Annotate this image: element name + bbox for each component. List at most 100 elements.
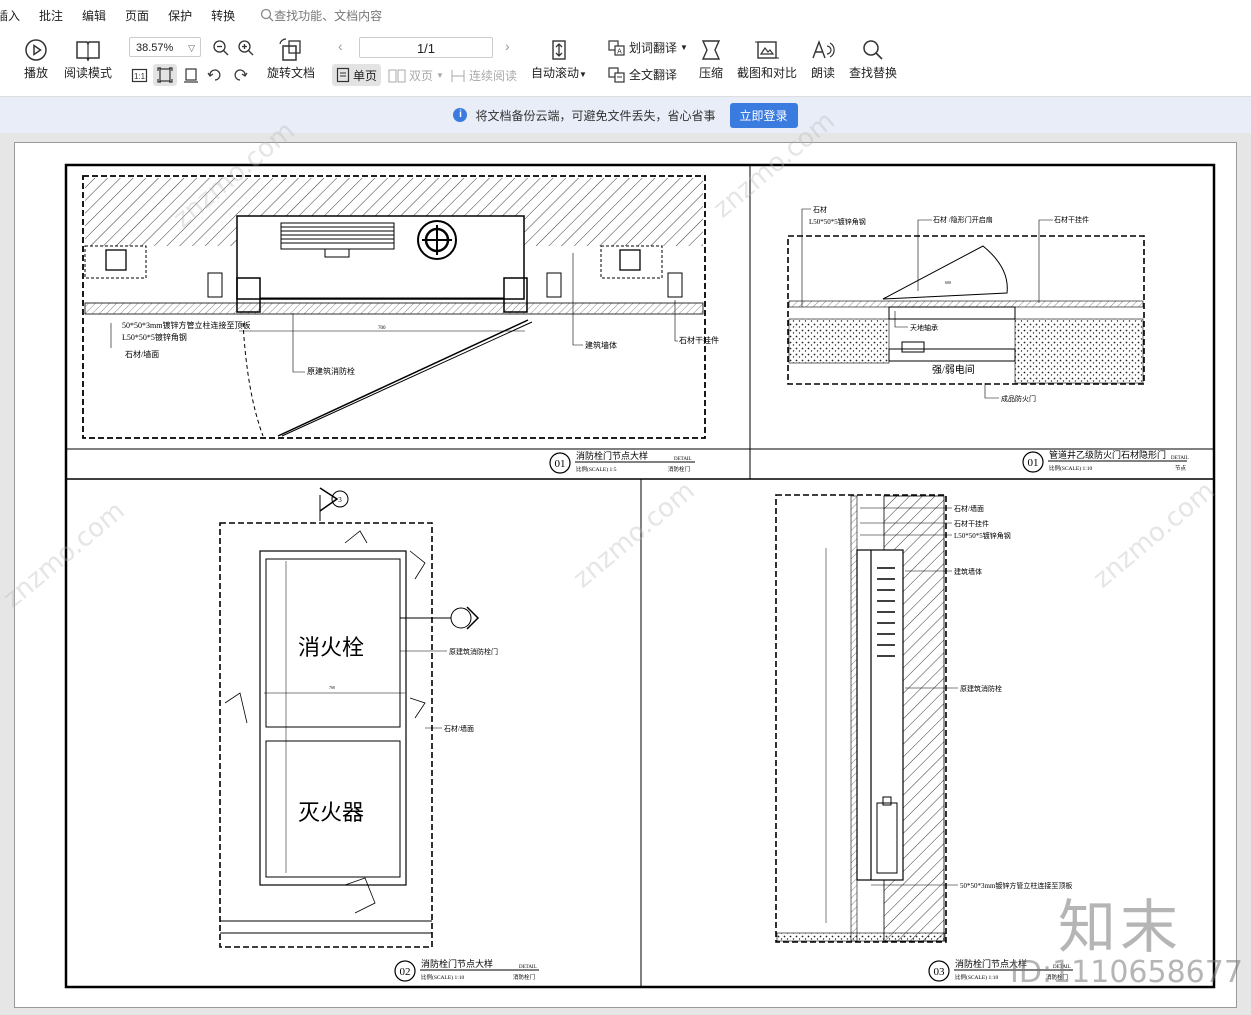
play-icon [25,39,47,61]
panel-4-section: 石材/墙面 石材干挂件 L50*50*5镀锌角钢 建筑墙体 原建筑消防栓 50*… [775,494,1073,982]
p2-sub: 节点 [1175,464,1187,472]
menu-page[interactable]: 页面 [125,7,168,24]
p3-label-1: 石材/墙面 [444,724,474,733]
rotate-label: 旋转文档 [266,66,315,80]
book-icon [76,41,100,62]
p2-label-0: 石材 [813,205,827,214]
p2-label-1: L50*50*5镀锌角钢 [809,217,866,226]
read-aloud-button[interactable]: 朗读 [809,38,837,81]
search-placeholder: 查找功能、文档内容 [274,8,383,23]
full-translate-label: 全文翻译 [629,68,678,82]
zoom-select[interactable]: 38.57% ▽ [129,37,201,57]
p2-label-2: 石材 /隐形门开启扇 [933,215,993,224]
word-translate-button[interactable]: A 划词翻译 ▼ [608,39,688,56]
p2-scale: 比例(SCALE) 1:10 [1049,464,1092,472]
watermark-id: ID:1110658677 [1010,955,1243,990]
zoom-out-icon[interactable] [212,39,230,57]
document-page: 700 50*50*3mm镀锌方管立柱连接至顶板 L50*50*5镀锌角钢 石材… [14,142,1237,1008]
menu-edit[interactable]: 编辑 [82,7,125,24]
cad-drawing: 700 50*50*3mm镀锌方管立柱连接至顶板 L50*50*5镀锌角钢 石材… [64,163,1216,989]
p2-label-5: 强/弱电间 [932,363,975,376]
p2-label-4: 天地轴承 [910,323,938,332]
menu-annotate[interactable]: 批注 [39,7,82,24]
panel-3-elevation: 700 消火栓 灭火器 3 原建筑消防栓门 石材/墙面 02 消防栓门节点大样 … [219,487,539,982]
p3-sub: 消防栓门 [513,973,535,981]
p1-label-4: 建筑墙体 [585,340,617,350]
p3-scale: 比例(SCALE) 1:10 [421,973,464,981]
find-icon [863,40,883,60]
fit-width-icon[interactable] [183,67,199,83]
svg-text:1:1: 1:1 [134,72,146,81]
read-mode-label: 阅读模式 [63,66,112,80]
prev-page-icon[interactable]: ‹ [338,38,343,54]
next-page-icon[interactable]: › [505,38,510,54]
login-button[interactable]: 立即登录 [729,102,798,128]
continuous-read-label: 连续阅读 [469,69,518,83]
p1-scale: 比例(SCALE) 1:5 [576,465,617,473]
double-page-button[interactable]: 双页 ▼ [388,67,444,84]
full-translate-button[interactable]: 全文翻译 [608,66,677,83]
full-translate-icon [608,66,625,83]
double-page-icon [388,69,406,82]
fit-page-button[interactable] [153,64,177,86]
watermark-logo: 知末 [1058,893,1183,961]
play-button[interactable]: 播放 [20,38,52,81]
p1-label-1: L50*50*5镀锌角钢 [122,332,187,342]
p2-detail: DETAIL [1171,456,1189,461]
compress-button[interactable]: 压缩 [696,38,726,81]
zoom-in-icon[interactable] [237,39,255,57]
read-aloud-icon [812,40,835,59]
single-page-button[interactable]: 单页 [332,64,382,86]
read-mode-button[interactable]: 阅读模式 [62,38,114,81]
rotate-document-button[interactable]: 旋转文档 [265,38,317,81]
p3-hydrant-label: 消火栓 [298,635,364,660]
p3-number: 02 [400,966,411,978]
p1-label-2: 石材/墙面 [125,349,159,359]
p3-marker: 3 [338,496,342,504]
p1-title: 消防栓门节点大样 [576,450,648,461]
p3-title: 消防栓门节点大样 [421,958,493,969]
menu-insert[interactable]: 插入 [0,7,39,24]
menu-convert[interactable]: 转换 [211,7,254,24]
fit-page-icon [157,67,173,83]
p1-dimension: 700 [378,326,386,331]
p3-dimension: 700 [329,685,335,690]
rotate-right-icon[interactable] [232,67,248,83]
menu-protect[interactable]: 保护 [168,7,211,24]
p2-label-3: 石材干挂件 [1054,215,1089,224]
p2-title: 管道井乙级防火门石材隐形门 [1049,449,1166,460]
svg-text:A: A [617,48,622,55]
zoom-value: 38.57% [136,42,174,54]
menu-bar: 插入 批注 编辑 页面 保护 转换 查找功能、文档内容 [0,0,1251,30]
search-box[interactable]: 查找功能、文档内容 [260,7,382,24]
screenshot-compare-button[interactable]: 截图和对比 [736,38,798,81]
single-page-label: 单页 [353,68,378,83]
p2-dimension: 600 [945,280,951,285]
page-number-input[interactable]: 1/1 [359,37,493,58]
p1-label-3: 原建筑消防栓 [307,366,355,376]
cloud-backup-notice: i 将文档备份云端，可避免文件丢失，省心省事 立即登录 [0,97,1251,133]
play-label: 播放 [23,66,48,80]
page-number: 1/1 [416,41,436,56]
compress-icon [701,40,721,60]
continuous-read-button[interactable]: 连续阅读 [450,67,517,84]
p2-label-6: 成品防火门 [1001,394,1036,403]
find-replace-label: 查找替换 [848,66,897,80]
p4-label-0: 石材/墙面 [954,504,984,513]
autoscroll-button[interactable]: 自动滚动▼ [530,38,588,81]
translate-icon: A [608,39,625,56]
rotate-left-icon[interactable] [207,67,223,83]
find-replace-button[interactable]: 查找替换 [848,38,898,81]
p4-label-5: 50*50*3mm镀锌方管立柱连接至顶板 [960,881,1072,890]
info-icon: i [453,108,468,122]
word-translate-label: 划词翻译 [629,41,678,55]
autoscroll-label: 自动滚动 [531,66,580,80]
p1-number: 01 [555,458,566,470]
actual-size-icon[interactable]: 1:1 [131,67,148,84]
p3-detail: DETAIL [519,965,537,970]
notice-text: 将文档备份云端，可避免文件丢失，省心省事 [475,108,716,123]
panel-2-section: 石材 L50*50*5镀锌角钢 石材 /隐形门开启扇 石材干挂件 天地轴承 强/… [787,205,1189,473]
chevron-down-icon: ▽ [188,43,195,53]
p1-label-5: 石材干挂件 [679,335,719,345]
p4-label-2: L50*50*5镀锌角钢 [954,531,1011,540]
